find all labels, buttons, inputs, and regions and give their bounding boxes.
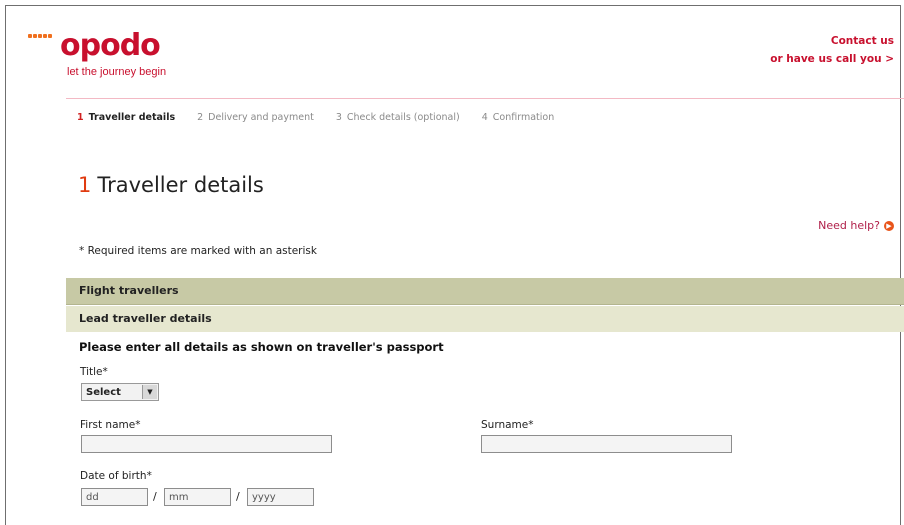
header-divider xyxy=(66,98,904,99)
first-name-input[interactable] xyxy=(81,435,332,453)
page-title-text: Traveller details xyxy=(97,173,264,197)
brand-logo[interactable]: opodo xyxy=(60,28,161,63)
dob-month-input[interactable] xyxy=(164,488,231,506)
step-label: Traveller details xyxy=(88,112,176,123)
page-title: 1 Traveller details xyxy=(78,173,264,197)
dob-day-input[interactable] xyxy=(81,488,148,506)
page-title-number: 1 xyxy=(78,173,92,197)
step-delivery-payment: 2 Delivery and payment xyxy=(197,112,314,123)
step-confirmation: 4 Confirmation xyxy=(482,112,555,123)
section-flight-travellers: Flight travellers xyxy=(66,278,904,305)
required-note: * Required items are marked with an aste… xyxy=(79,245,317,257)
step-check-details: 3 Check details (optional) xyxy=(336,112,460,123)
dob-separator: / xyxy=(236,490,240,503)
call-you-link[interactable]: or have us call you > xyxy=(770,50,894,68)
surname-input[interactable] xyxy=(481,435,732,453)
progress-steps: 1 Traveller details 2 Delivery and payme… xyxy=(77,112,554,123)
dob-separator: / xyxy=(153,490,157,503)
title-select[interactable]: Select ▼ xyxy=(81,383,159,401)
step-traveller-details: 1 Traveller details xyxy=(77,112,175,123)
title-select-value[interactable]: Select xyxy=(86,387,121,398)
contact-links: Contact us or have us call you > xyxy=(770,32,894,68)
dropdown-arrow-icon[interactable]: ▼ xyxy=(142,385,157,399)
step-label: Check details (optional) xyxy=(346,112,460,123)
title-label: Title* xyxy=(80,366,108,378)
need-help-link[interactable]: Need help? ▶ xyxy=(818,219,894,232)
step-label: Delivery and payment xyxy=(208,112,314,123)
dob-label: Date of birth* xyxy=(80,470,152,482)
step-number: 4 xyxy=(481,112,488,123)
dob-year-input[interactable] xyxy=(247,488,314,506)
first-name-label: First name* xyxy=(80,419,141,431)
section-lead-traveller-label: Lead traveller details xyxy=(79,312,212,325)
logo-dots-icon xyxy=(28,34,52,38)
passport-instruction: Please enter all details as shown on tra… xyxy=(79,340,444,354)
section-flight-travellers-label: Flight travellers xyxy=(79,284,179,297)
step-label: Confirmation xyxy=(492,112,555,123)
step-number: 2 xyxy=(197,112,204,123)
step-number: 3 xyxy=(335,112,342,123)
brand-tagline: let the journey begin xyxy=(67,66,167,78)
contact-us-link[interactable]: Contact us xyxy=(770,32,894,50)
surname-label: Surname* xyxy=(481,419,534,431)
need-help-label[interactable]: Need help? xyxy=(818,219,880,232)
arrow-circle-icon[interactable]: ▶ xyxy=(884,220,894,231)
section-lead-traveller: Lead traveller details xyxy=(66,306,904,332)
step-number: 1 xyxy=(77,112,84,123)
